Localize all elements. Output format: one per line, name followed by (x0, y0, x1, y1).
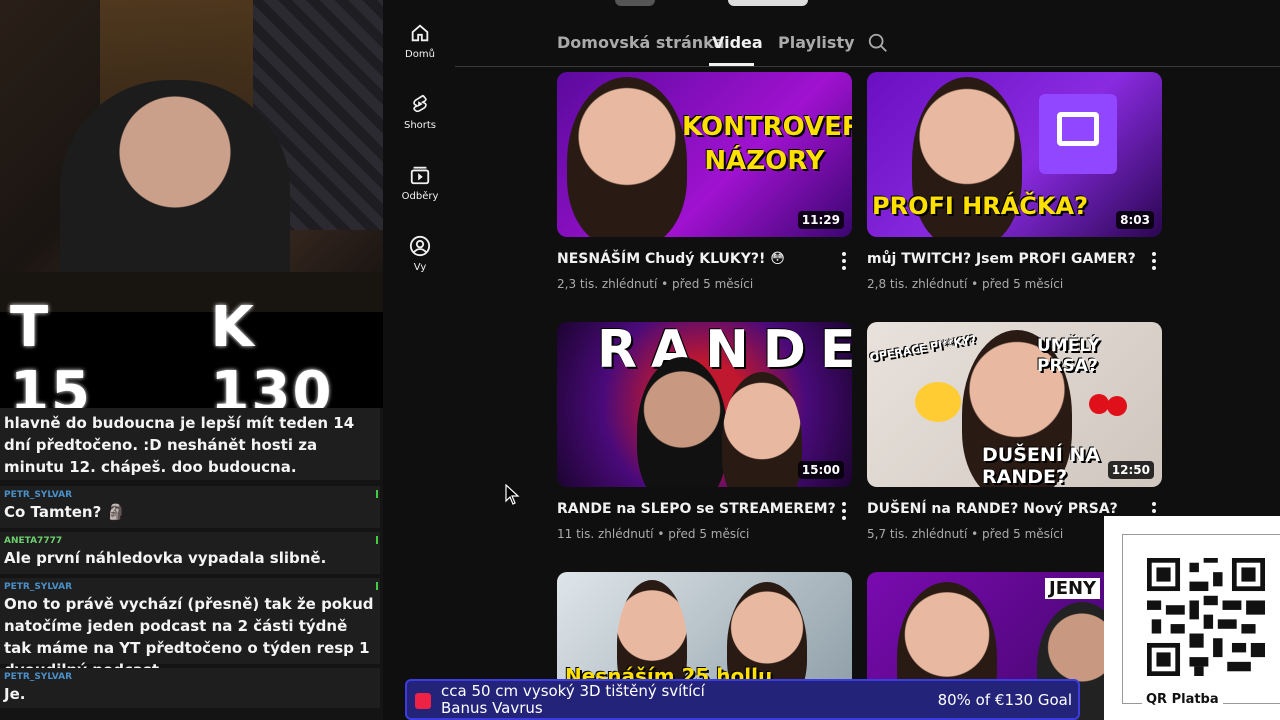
chat-message: hlavně do budoucna je lepší mít teden 14… (0, 408, 380, 480)
sidebar-item-you[interactable]: Vy (385, 235, 455, 273)
video-card[interactable]: PROFI HRÁČKA? 8:03 můj TWITCH? Jsem PROF… (867, 72, 1162, 291)
subscriptions-icon (410, 166, 430, 185)
chat-message-text: Je. (4, 685, 26, 703)
qr-code-icon (1147, 558, 1265, 676)
account-icon (409, 235, 431, 257)
video-thumbnail[interactable]: RANDE 15:00 (557, 322, 852, 487)
video-title[interactable]: můj TWITCH? Jsem PROFI GAMER? (867, 251, 1162, 267)
cherry-icon (1089, 394, 1109, 414)
goal-progress-text: 80% of €130 Goal (937, 691, 1072, 709)
score-counter: T 15 K 130 (0, 295, 383, 425)
chat-username: PETR_SYLVAR (4, 490, 73, 500)
sidebar-item-subscriptions[interactable]: Odběry (385, 164, 455, 202)
chat-message-text: Ale první náhledovka vypadala slibně. (4, 549, 327, 567)
video-duration: 12:50 (1107, 461, 1154, 479)
shorts-icon (413, 94, 427, 113)
chat-username: PETR_SYLVAR (4, 672, 73, 682)
video-card[interactable]: OPERACE PI**KY? UMĚLÝ PRSA? DUŠENÍ NA RA… (867, 322, 1162, 541)
video-title[interactable]: NESNÁŠÍM Chudý KLUKY?! 😳 (557, 251, 852, 267)
chat-message-text: Co Tamten? 🗿 (4, 503, 126, 521)
sidebar-item-home[interactable]: Domů (385, 22, 455, 60)
webcam-feed (0, 0, 383, 312)
home-icon (411, 24, 429, 42)
chat-username: ANETA7777 (4, 536, 63, 546)
goal-description: cca 50 cm vysoký 3D tištěný svítící Banu… (441, 683, 705, 717)
heart-icon (415, 693, 431, 709)
channel-tabs: Domovská stránka Videa Playlisty (455, 0, 1280, 67)
thumbnail-overlay-text: UMĚLÝ PRSA? (1037, 336, 1100, 376)
qr-payment-panel: QR Platba (1104, 516, 1280, 720)
sidebar-item-label: Shorts (403, 120, 437, 131)
video-meta: 2,3 tis. zhlédnutí • před 5 měsíci (557, 277, 754, 291)
video-title[interactable]: RANDE na SLEPO se STREAMEREM? (557, 501, 852, 517)
video-duration: 8:03 (1116, 211, 1154, 229)
donation-goal-bar: cca 50 cm vysoký 3D tištěný svítící Banu… (405, 679, 1080, 720)
video-views: 2,8 tis. zhlédnutí (867, 277, 968, 291)
sidebar-item-label: Vy (413, 262, 427, 273)
channel-header-edge (615, 0, 655, 6)
video-meta: 11 tis. zhlédnutí • před 5 měsíci (557, 527, 750, 541)
search-icon[interactable] (867, 32, 889, 54)
video-views: 11 tis. zhlédnutí (557, 527, 654, 541)
qr-label: QR Platba (1142, 692, 1223, 707)
more-options-icon[interactable] (842, 502, 846, 523)
mouse-cursor-icon (505, 484, 520, 505)
twitch-logo-icon (1039, 94, 1117, 174)
sidebar-item-shorts[interactable]: Shorts (385, 93, 455, 131)
video-age: před 5 měsíci (672, 277, 754, 291)
thumbnail-overlay-text: OPERACE PI**KY? (868, 332, 978, 365)
video-thumbnail[interactable]: KONTROVERZNÍ NÁZORY 11:29 (557, 72, 852, 237)
video-age: před 5 měsíci (982, 277, 1064, 291)
tab-playlists[interactable]: Playlisty (778, 33, 855, 52)
active-tab-indicator (709, 63, 754, 66)
video-thumbnail[interactable]: PROFI HRÁČKA? 8:03 (867, 72, 1162, 237)
chat-message: PETR_SYLVAR Co Tamten? 🗿 (0, 486, 380, 528)
thumbnail-overlay-text: RANDE (597, 322, 852, 380)
video-views: 5,7 tis. zhlédnutí (867, 527, 968, 541)
video-duration: 11:29 (797, 211, 844, 229)
subscribe-button-edge[interactable] (728, 0, 808, 6)
thumbnail-overlay-text: PROFI HRÁČKA? (872, 192, 1088, 220)
counter-k: K 130 (210, 295, 334, 425)
tab-videos[interactable]: Videa (712, 33, 763, 52)
more-options-icon[interactable] (1152, 252, 1156, 273)
thumbnail-overlay-text: JENY (1045, 578, 1101, 599)
chat-panel: hlavně do budoucna je lepší mít teden 14… (0, 408, 383, 720)
chat-message-text: hlavně do budoucna je lepší mít teden 14… (4, 414, 355, 476)
chat-username: PETR_SYLVAR (4, 582, 73, 592)
cat-emoji-icon (915, 382, 961, 422)
youtube-sidebar: Domů Shorts Odběry Vy (385, 0, 455, 720)
thumbnail-overlay-text: KONTROVERZNÍ NÁZORY (682, 112, 852, 176)
sidebar-item-label: Domů (405, 49, 435, 60)
video-card[interactable]: KONTROVERZNÍ NÁZORY 11:29 NESNÁŠÍM Chudý… (557, 72, 852, 291)
video-title[interactable]: DUŠENÍ na RANDE? Nový PRSA? (867, 501, 1162, 517)
video-views: 2,3 tis. zhlédnutí (557, 277, 658, 291)
chat-message: ANETA7777 Ale první náhledovka vypadala … (0, 532, 380, 574)
goal-line-2: Banus Vavrus (441, 699, 543, 717)
video-duration: 15:00 (797, 461, 844, 479)
goal-line-1: cca 50 cm vysoký 3D tištěný svítící (441, 682, 705, 700)
tab-home[interactable]: Domovská stránka (557, 33, 725, 52)
video-meta: 2,8 tis. zhlédnutí • před 5 měsíci (867, 277, 1064, 291)
video-age: před 5 měsíci (982, 527, 1064, 541)
video-age: před 5 měsíci (668, 527, 750, 541)
more-options-icon[interactable] (842, 252, 846, 273)
video-thumbnail[interactable]: OPERACE PI**KY? UMĚLÝ PRSA? DUŠENÍ NA RA… (867, 322, 1162, 487)
sidebar-item-label: Odběry (401, 191, 439, 202)
video-card[interactable]: RANDE 15:00 RANDE na SLEPO se STREAMEREM… (557, 322, 852, 541)
chat-message: PETR_SYLVAR Ono to právě vychází (přesně… (0, 578, 380, 679)
chat-message: PETR_SYLVAR Je. (0, 668, 380, 708)
counter-t: T 15 (10, 295, 92, 425)
